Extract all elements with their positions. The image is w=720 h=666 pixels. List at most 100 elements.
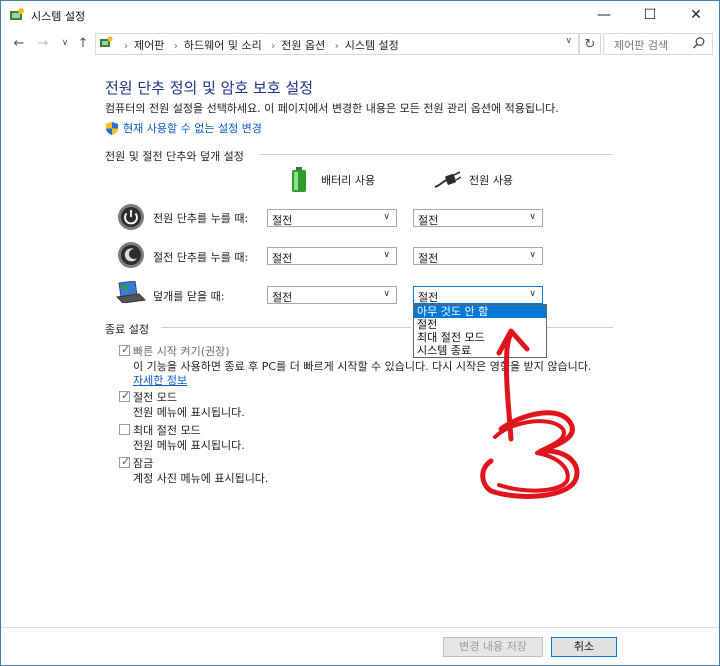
- chevron-down-icon: ∨: [383, 289, 390, 299]
- option-shut-down[interactable]: 시스템 종료: [414, 344, 546, 357]
- sleep-label: 절전 모드: [133, 391, 177, 404]
- lid-close-plugged-select[interactable]: 절전 ∨: [413, 286, 543, 304]
- close-icon: ✕: [690, 7, 702, 23]
- lid-close-plugged-dropdown: 아무 것도 안 함 절전 최대 절전 모드 시스템 종료: [413, 304, 547, 358]
- lock-description: 계정 사진 메뉴에 표시됩니다.: [133, 472, 269, 485]
- chevron-down-icon: ∨: [383, 250, 390, 260]
- battery-icon: [292, 167, 306, 192]
- fast-startup-checkbox[interactable]: ✓: [119, 343, 131, 356]
- sleep-button-plugged-select[interactable]: 절전 ∨: [413, 247, 543, 265]
- search-input[interactable]: 제어판 검색: [603, 33, 713, 55]
- maximize-button[interactable]: ☐: [627, 1, 673, 29]
- power-button-plugged-select[interactable]: 절전 ∨: [413, 209, 543, 227]
- more-info-link[interactable]: 자세한 정보: [133, 372, 187, 388]
- power-button-battery-select[interactable]: 절전 ∨: [267, 209, 397, 227]
- shutdown-section-title: 종료 설정: [105, 323, 149, 336]
- search-icon: [692, 37, 705, 49]
- option-do-nothing[interactable]: 아무 것도 안 함: [414, 305, 546, 318]
- checkmark-icon: ✓: [121, 343, 131, 356]
- chevron-down-icon: ∨: [383, 212, 390, 222]
- breadcrumb-item-control-panel[interactable]: 제어판: [134, 39, 164, 52]
- select-value: 절전: [272, 291, 293, 304]
- plugged-in-column-header: 전원 사용: [433, 171, 513, 189]
- select-value: 절전: [272, 214, 293, 227]
- breadcrumb-item-power-options[interactable]: 전원 옵션: [281, 39, 325, 52]
- page-title: 전원 단추 정의 및 암호 보호 설정: [105, 79, 314, 97]
- close-button[interactable]: ✕: [673, 1, 719, 29]
- chevron-down-icon: ∨: [529, 250, 536, 260]
- fast-startup-label: 빠른 시작 켜기(권장): [133, 345, 230, 358]
- battery-column-header: 배터리 사용: [291, 167, 375, 193]
- title-bar: 시스템 설정 — ☐ ✕: [1, 1, 719, 29]
- power-button-icon: [118, 204, 144, 230]
- change-unavailable-settings-text: 현재 사용할 수 없는 설정 변경: [123, 122, 262, 135]
- power-button-label: 전원 단추를 누를 때:: [153, 212, 249, 225]
- breadcrumb-chevron-icon: ›: [173, 41, 178, 52]
- footer-divider: [1, 627, 719, 628]
- chevron-down-icon: ∨: [61, 38, 69, 48]
- up-arrow-icon: ↑: [77, 35, 89, 51]
- sleep-button-icon: [118, 242, 144, 268]
- lid-close-label: 덮개를 닫을 때:: [153, 290, 225, 303]
- address-bar[interactable]: › 제어판 › 하드웨어 및 소리 › 전원 옵션 › 시스템 설정 ∨: [95, 33, 579, 55]
- breadcrumb-chevron-icon: ›: [334, 41, 339, 52]
- power-options-app-icon: [10, 8, 24, 20]
- window-title: 시스템 설정: [31, 10, 86, 23]
- maximize-icon: ☐: [643, 7, 657, 23]
- recent-locations-button[interactable]: ∨: [55, 33, 75, 53]
- hibernate-description: 전원 메뉴에 표시됩니다.: [133, 439, 245, 452]
- lock-label: 잠금: [133, 457, 154, 470]
- breadcrumb-item-system-settings[interactable]: 시스템 설정: [345, 39, 399, 52]
- breadcrumb-chevron-icon: ›: [271, 41, 276, 52]
- sleep-button-battery-select[interactable]: 절전 ∨: [267, 247, 397, 265]
- hibernate-label: 최대 절전 모드: [133, 424, 201, 437]
- checkmark-icon: ✓: [121, 389, 131, 402]
- chevron-down-icon: ∨: [529, 289, 536, 299]
- address-dropdown-icon[interactable]: ∨: [565, 36, 572, 46]
- select-value: 절전: [418, 252, 439, 265]
- breadcrumb-item-hardware-sound[interactable]: 하드웨어 및 소리: [184, 39, 262, 52]
- checkmark-icon: ✓: [121, 455, 131, 468]
- hibernate-checkbox[interactable]: [119, 424, 130, 435]
- refresh-button[interactable]: ↻: [579, 33, 601, 55]
- cancel-button[interactable]: 취소: [551, 637, 617, 657]
- save-changes-button[interactable]: 변경 내용 저장: [443, 637, 543, 657]
- forward-arrow-icon: →: [37, 35, 49, 51]
- sleep-checkbox[interactable]: ✓: [119, 389, 131, 402]
- lid-close-battery-select[interactable]: 절전 ∨: [267, 286, 397, 304]
- laptop-lid-icon: [115, 281, 147, 303]
- sleep-description: 전원 메뉴에 표시됩니다.: [133, 406, 245, 419]
- breadcrumb-chevron-icon: ›: [124, 41, 128, 52]
- search-placeholder: 제어판 검색: [614, 39, 669, 52]
- option-sleep[interactable]: 절전: [414, 318, 546, 331]
- chevron-down-icon: ∨: [529, 212, 536, 222]
- section-divider: [547, 327, 613, 328]
- sleep-button-label: 절전 단추를 누를 때:: [153, 251, 249, 264]
- breadcrumb: › 제어판 › 하드웨어 및 소리 › 전원 옵션 › 시스템 설정: [118, 37, 399, 53]
- select-value: 절전: [418, 291, 439, 304]
- section-divider: [161, 327, 411, 328]
- option-hibernate[interactable]: 최대 절전 모드: [414, 331, 546, 344]
- buttons-section-title: 전원 및 절전 단추와 덮개 설정: [105, 150, 244, 163]
- select-value: 절전: [272, 252, 293, 265]
- battery-column-label: 배터리 사용: [321, 174, 376, 187]
- uac-shield-icon: [106, 121, 118, 135]
- fast-startup-description: 이 기능을 사용하면 종료 후 PC를 더 빠르게 시작할 수 있습니다. 다시…: [133, 360, 592, 373]
- system-settings-window: 시스템 설정 — ☐ ✕ ← → ∨ ↑ › 제어판 › 하드웨어 및 소리 › 전원…: [0, 0, 720, 666]
- change-unavailable-settings-link[interactable]: 현재 사용할 수 없는 설정 변경: [105, 120, 262, 136]
- navigation-bar: ← → ∨ ↑ › 제어판 › 하드웨어 및 소리 › 전원 옵션 › 시스템 설정 ∨…: [1, 31, 719, 57]
- back-arrow-icon: ←: [13, 35, 25, 51]
- power-plug-icon: [434, 171, 461, 188]
- minimize-icon: —: [597, 7, 611, 23]
- back-button[interactable]: ←: [9, 33, 29, 53]
- select-value: 절전: [418, 214, 439, 227]
- forward-button[interactable]: →: [33, 33, 53, 53]
- minimize-button[interactable]: —: [581, 1, 627, 29]
- refresh-icon: ↻: [584, 36, 596, 52]
- section-divider: [259, 154, 613, 155]
- up-button[interactable]: ↑: [73, 33, 93, 53]
- control-panel-icon: [100, 36, 113, 47]
- page-description: 컴퓨터의 전원 설정을 선택하세요. 이 페이지에서 변경한 내용은 모든 전원…: [105, 102, 559, 115]
- lock-checkbox[interactable]: ✓: [119, 455, 131, 468]
- plugged-in-column-label: 전원 사용: [469, 174, 513, 187]
